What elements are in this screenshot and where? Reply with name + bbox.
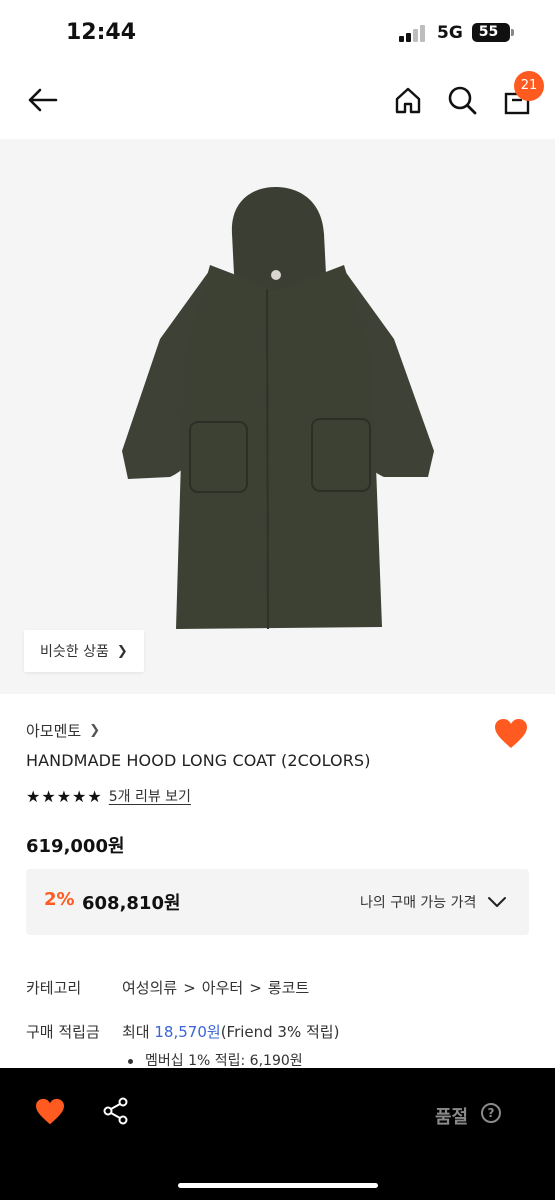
battery-icon: 55 — [472, 23, 510, 42]
review-link[interactable]: 5개 리뷰 보기 — [109, 786, 191, 806]
points-prefix: 최대 — [122, 1023, 150, 1041]
points-suffix: (Friend 3% 적립) — [220, 1023, 340, 1041]
home-indicator — [178, 1183, 378, 1188]
points-label: 구매 적립금 — [26, 1023, 100, 1041]
bullet-icon — [128, 1058, 133, 1064]
signal-icon — [399, 25, 429, 42]
cart-count-badge: 21 — [514, 71, 544, 101]
home-icon — [395, 87, 421, 114]
chevron-right-icon: ❯ — [116, 643, 128, 659]
category-path: 여성의류 > 아우터 > 롱코트 — [122, 977, 309, 998]
share-button[interactable] — [103, 1097, 129, 1125]
coat-image — [122, 187, 434, 630]
brand-link[interactable]: 아모멘토 ❯ — [26, 720, 100, 741]
soldout-status: 품절 — [435, 1107, 469, 1128]
heart-icon — [36, 1098, 64, 1125]
points-value: 최대 18,570원(Friend 3% 적립) — [122, 1021, 339, 1042]
arrow-left-icon — [28, 88, 58, 112]
benefit-label: 나의 구매 가능 가격 — [360, 895, 477, 911]
product-price: 619,000원 — [26, 836, 125, 857]
chevron-down-icon — [488, 897, 506, 907]
status-bar: 12:44 5G 55 — [0, 0, 555, 66]
membership-text: 멤버십 1% 적립: 6,190원 — [145, 1053, 303, 1069]
product-image[interactable] — [0, 139, 555, 694]
product-name: HANDMADE HOOD LONG COAT (2COLORS) — [26, 751, 371, 770]
wishlist-button[interactable] — [494, 718, 528, 750]
help-icon[interactable]: ? — [481, 1103, 501, 1123]
network-label: 5G — [437, 23, 463, 43]
rating-row: ★★★★★ 5개 리뷰 보기 — [26, 786, 191, 806]
heart-icon — [495, 719, 527, 748]
category-link[interactable]: 롱코트 — [268, 979, 309, 997]
battery-cap — [511, 29, 514, 36]
points-amount: 18,570원 — [154, 1023, 221, 1041]
chevron-right-icon: > — [249, 979, 262, 997]
category-link[interactable]: 여성의류 — [122, 979, 177, 997]
bottom-action-bar — [0, 1068, 555, 1200]
membership-points: 멤버십 1% 적립: 6,190원 — [128, 1050, 303, 1070]
back-button[interactable] — [22, 80, 62, 120]
benefit-price-box[interactable]: 2% 608,810원 나의 구매 가능 가격 — [26, 869, 529, 935]
discount-rate: 2% — [44, 889, 75, 910]
battery-level: 55 — [478, 24, 499, 40]
status-time: 12:44 — [66, 20, 137, 45]
bottom-wishlist-button[interactable] — [35, 1098, 65, 1126]
star-rating: ★★★★★ — [26, 786, 103, 806]
chevron-right-icon: > — [183, 979, 196, 997]
search-icon — [448, 86, 477, 115]
discount-price: 608,810원 — [82, 893, 181, 914]
category-link[interactable]: 아우터 — [202, 979, 243, 997]
similar-products-button[interactable]: 비슷한 상품 ❯ — [24, 630, 144, 672]
brand-name: 아모멘토 — [26, 722, 82, 740]
search-button[interactable] — [442, 80, 482, 120]
share-icon — [103, 1097, 128, 1125]
category-label: 카테고리 — [26, 979, 82, 997]
chevron-right-icon: ❯ — [89, 723, 101, 738]
home-button[interactable] — [388, 80, 428, 120]
top-nav — [0, 66, 555, 138]
similar-products-label: 비슷한 상품 — [40, 644, 109, 660]
